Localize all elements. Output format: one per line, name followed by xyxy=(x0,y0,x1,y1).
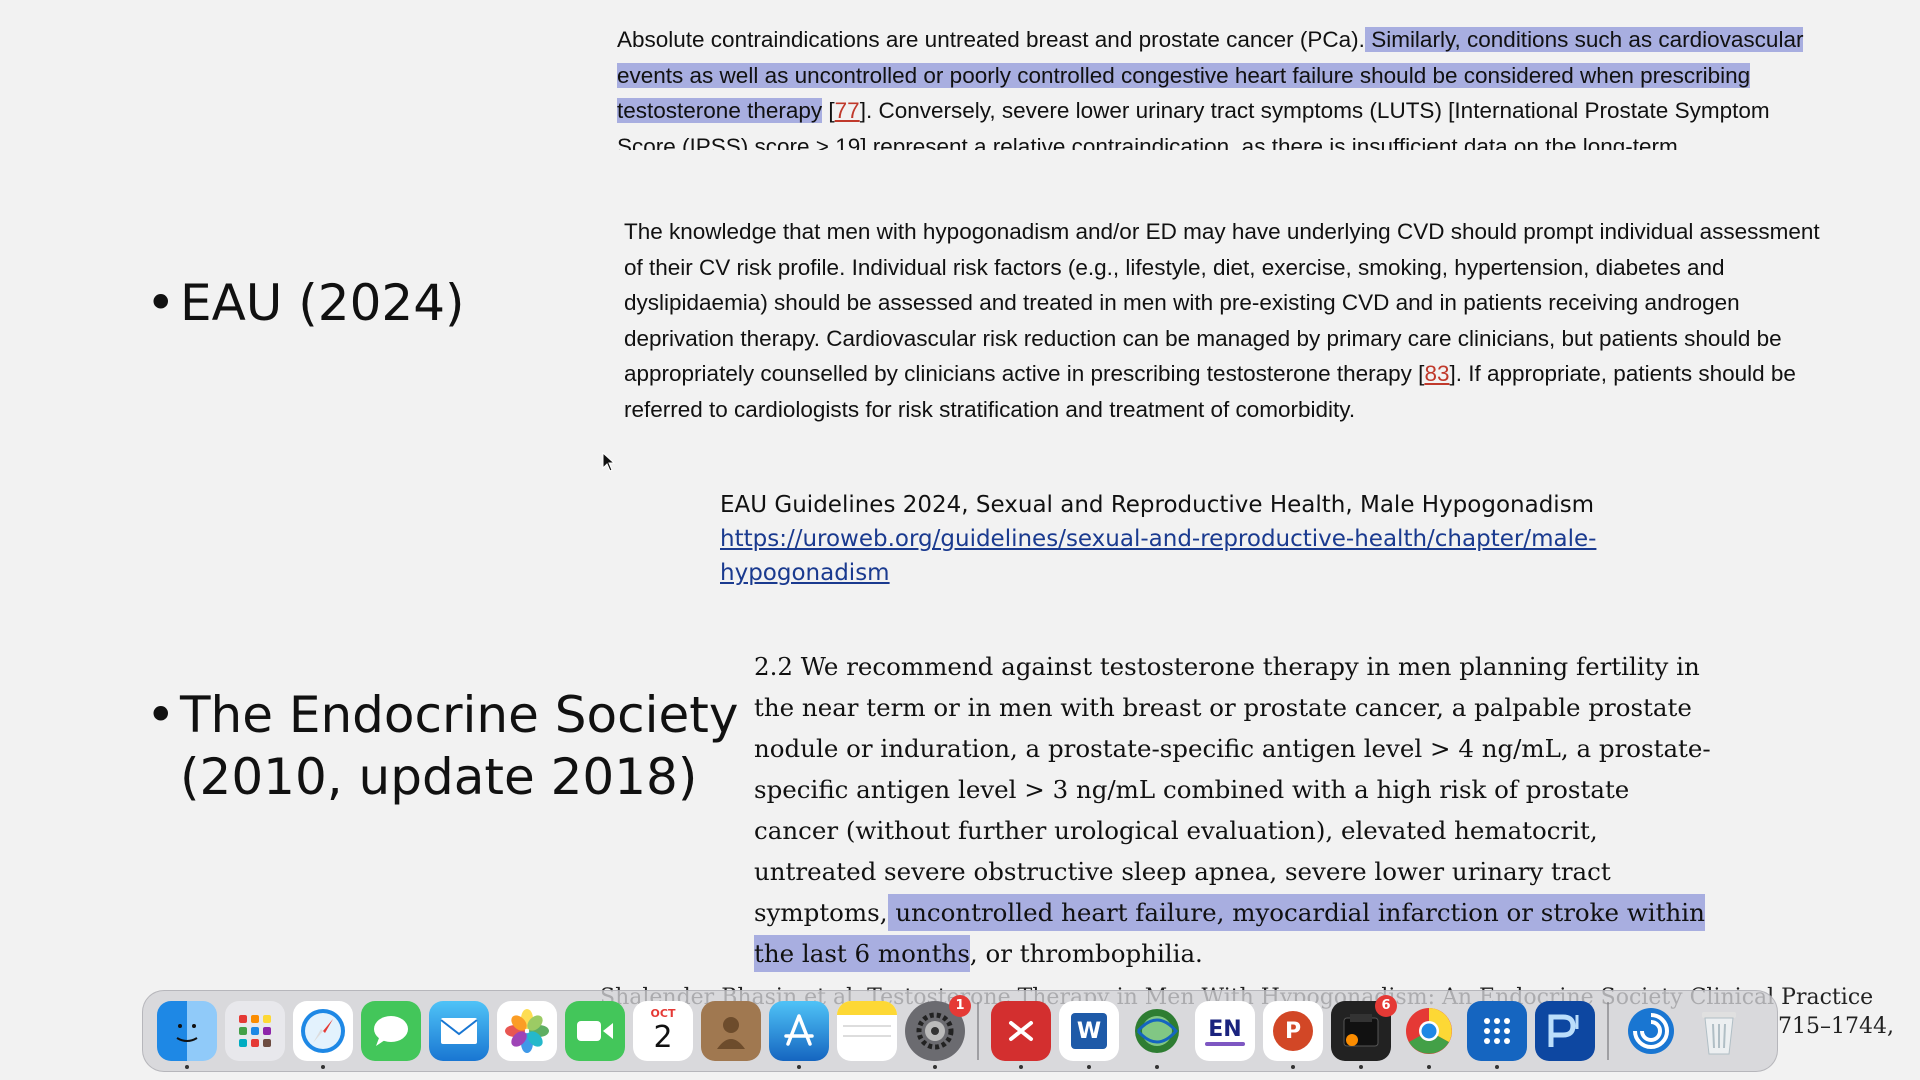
bullet-eau: •EAU (2024) xyxy=(146,272,465,334)
calendar-month: OCT xyxy=(650,1007,676,1020)
bullet-endo-label-line2: (2010, update 2018) xyxy=(180,748,698,806)
notes-icon[interactable] xyxy=(837,1001,897,1061)
powerpoint-icon[interactable]: P xyxy=(1263,1001,1323,1069)
bullet-eau-label: EAU (2024) xyxy=(180,274,465,332)
endo-text-highlight: uncontrolled heart failure, myocardial i… xyxy=(754,894,1705,972)
word-icon[interactable]: W xyxy=(1059,1001,1119,1069)
endo-text-part2: , or thrombophilia. xyxy=(969,939,1203,968)
safari-icon[interactable] xyxy=(293,1001,353,1069)
calendar-icon[interactable]: OCT 2 xyxy=(633,1001,693,1061)
bullet-dot: • xyxy=(146,686,176,744)
contacts-icon[interactable] xyxy=(701,1001,761,1061)
facetime-icon[interactable] xyxy=(565,1001,625,1061)
bottom-reference-pages: 715–1744, xyxy=(1778,1014,1894,1039)
app-badge: 6 xyxy=(1375,995,1397,1017)
citation-title: EAU Guidelines 2024, Sexual and Reproduc… xyxy=(720,492,1595,518)
reference-link-77[interactable]: 77 xyxy=(835,98,860,123)
reference-link-83[interactable]: 83 xyxy=(1424,361,1449,386)
dots-app-icon[interactable] xyxy=(1467,1001,1527,1069)
chrome-icon[interactable] xyxy=(1399,1001,1459,1069)
guideline-excerpt-top: Absolute contraindications are untreated… xyxy=(617,22,1827,150)
dock-separator xyxy=(977,1002,979,1060)
downloads-icon[interactable] xyxy=(1621,1001,1681,1061)
excerpt-sentence-1: Absolute contraindications are untreated… xyxy=(617,27,1365,52)
mouse-cursor-icon xyxy=(602,452,616,472)
eau-guideline-paragraph: The knowledge that men with hypogonadism… xyxy=(624,214,1834,427)
bullet-endocrine-society: •The Endocrine Society (2010, update 201… xyxy=(146,684,738,808)
network-icon[interactable] xyxy=(1127,1001,1187,1069)
settings-badge: 1 xyxy=(949,995,971,1017)
photoshop-icon[interactable] xyxy=(1535,1001,1595,1061)
dock-separator xyxy=(1607,1002,1609,1060)
endo-text-part1: 2.2 We recommend against testosterone th… xyxy=(754,652,1711,927)
bullet-endo-label-line1: The Endocrine Society xyxy=(180,686,739,744)
eau-citation: EAU Guidelines 2024, Sexual and Reproduc… xyxy=(720,488,1720,590)
macos-dock: OCT 2 1 W EN P 6 xyxy=(142,990,1778,1072)
citation-url-link[interactable]: https://uroweb.org/guidelines/sexual-and… xyxy=(720,522,1720,590)
messages-icon[interactable] xyxy=(361,1001,421,1061)
calendar-day: 2 xyxy=(653,1020,673,1055)
trash-icon[interactable] xyxy=(1689,1001,1749,1061)
system-settings-icon[interactable]: 1 xyxy=(905,995,971,1069)
app-store-icon[interactable] xyxy=(769,1001,829,1069)
powerpoint-letter: P xyxy=(1273,1011,1313,1051)
launchpad-icon[interactable] xyxy=(225,1001,285,1061)
bullet-dot: • xyxy=(146,274,176,332)
keyboard-input-icon[interactable]: EN xyxy=(1195,1001,1255,1061)
word-letter: W xyxy=(1071,1013,1107,1049)
input-language-label: EN xyxy=(1208,1016,1242,1042)
finder-icon[interactable] xyxy=(157,1001,217,1069)
mail-icon[interactable] xyxy=(429,1001,489,1061)
remote-desktop-icon[interactable] xyxy=(991,1001,1051,1069)
endocrine-society-recommendation: 2.2 We recommend against testosterone th… xyxy=(754,646,1714,974)
archive-app-icon[interactable]: 6 xyxy=(1331,995,1397,1069)
photos-icon[interactable] xyxy=(497,1001,557,1061)
